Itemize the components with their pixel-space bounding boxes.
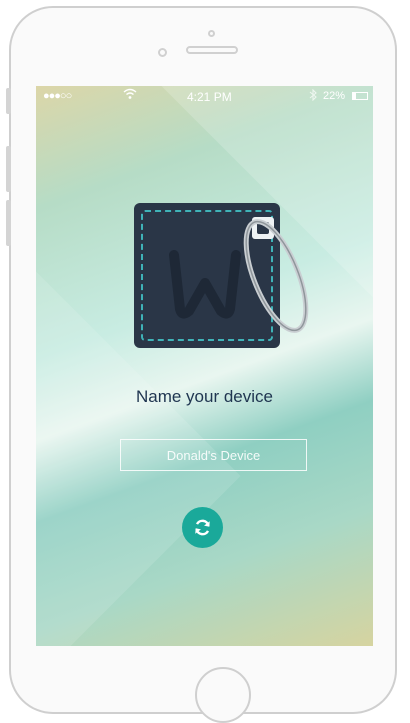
page-title: Name your device [135, 387, 273, 406]
mute-switch[interactable] [6, 88, 11, 114]
front-camera [158, 48, 167, 57]
battery-level [353, 93, 357, 99]
bluetooth-icon [309, 88, 317, 104]
volume-up-button[interactable] [6, 146, 11, 192]
refresh-icon [195, 519, 210, 536]
signal-strength: ●●●○○ [43, 90, 72, 102]
earpiece-speaker [186, 46, 238, 54]
volume-down-button[interactable] [6, 200, 11, 246]
status-bar: ●●●○○ 4:21 PM 22% [36, 86, 373, 106]
device-name-input[interactable] [120, 439, 307, 471]
status-time: 4:21 PM [187, 90, 232, 104]
wifi-icon [123, 88, 137, 103]
home-button[interactable] [195, 667, 251, 723]
battery-icon [352, 92, 368, 100]
refresh-button[interactable] [182, 507, 223, 548]
front-sensor [208, 30, 215, 37]
app-screen: ●●●○○ 4:21 PM 22% Name your device [36, 86, 373, 646]
battery-percent: 22% [323, 90, 346, 102]
key-ring [243, 219, 309, 333]
